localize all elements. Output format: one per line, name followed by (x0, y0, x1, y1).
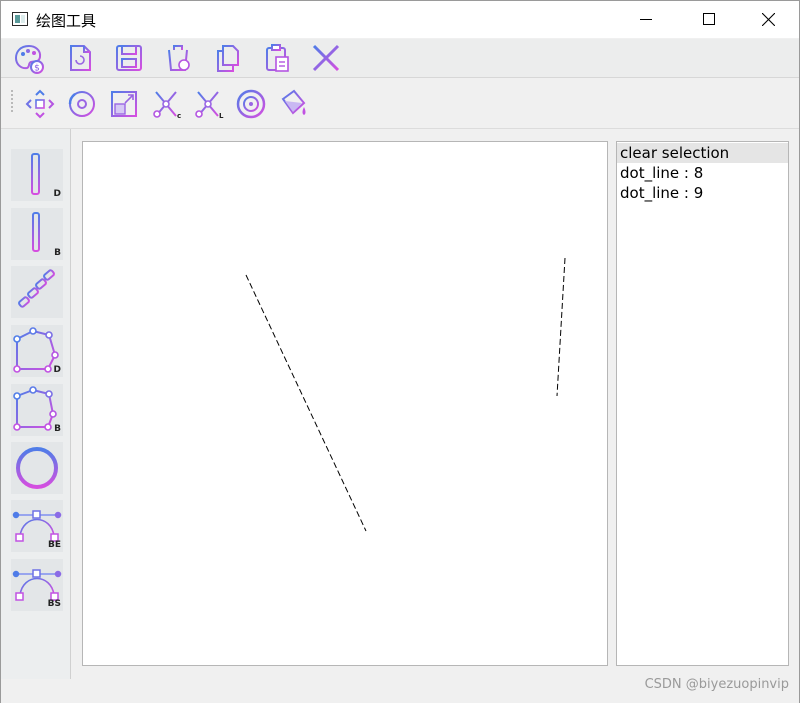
curve-bezier-button[interactable]: BE (11, 500, 63, 552)
line-bresenham-button[interactable]: B (11, 208, 63, 260)
palette-button[interactable]: $ (11, 40, 45, 74)
paste-icon (266, 44, 289, 72)
scale-icon (111, 91, 137, 117)
window-title: 绘图工具 (36, 12, 97, 30)
drawing-tools-panel: D B D B BE BS (1, 129, 71, 679)
line-bresenham-badge: B (54, 248, 61, 258)
move-button[interactable] (22, 86, 56, 120)
scissors-l-icon: L (195, 91, 224, 120)
canvas-drawing (245, 257, 566, 532)
main-toolbar: $ (1, 39, 799, 78)
clip-liang-button[interactable]: L (190, 86, 224, 120)
scissors-c-badge: c (177, 112, 181, 120)
clear-button[interactable] (308, 40, 342, 74)
minimize-icon (640, 19, 652, 20)
circle-target-button[interactable] (233, 86, 267, 120)
list-item-clear-selection[interactable]: clear selection (617, 143, 788, 163)
ellipse-button[interactable] (11, 442, 63, 494)
polygon-dda-badge: D (53, 365, 61, 375)
main-window: 绘图工具 $ c L D B D B BE BS clear selection… (0, 0, 800, 703)
maximize-icon (703, 13, 715, 25)
curve-bspline-badge: BS (47, 599, 61, 609)
clip-cohen-button[interactable]: c (148, 86, 182, 120)
fill-bucket-icon (281, 89, 306, 115)
dashed-line-button[interactable] (11, 266, 63, 318)
scale-button[interactable] (106, 86, 140, 120)
copy-icon (217, 45, 239, 72)
transform-toolbar: c L (1, 78, 799, 129)
delete-icon (167, 45, 190, 71)
maximize-button[interactable] (686, 1, 732, 38)
close-button[interactable] (745, 1, 791, 38)
scissors-l-badge: L (219, 112, 224, 120)
close-icon (762, 13, 775, 26)
dot-line-8[interactable] (245, 274, 367, 532)
svg-text:$: $ (34, 64, 40, 74)
line-dda-button[interactable]: D (11, 149, 63, 201)
ellipse-icon (16, 447, 58, 489)
palette-icon: $ (14, 44, 44, 74)
target-circle-icon (236, 89, 266, 119)
save-icon (116, 45, 142, 71)
rotate-icon (68, 91, 95, 117)
paste-button[interactable] (259, 40, 293, 74)
close-x-icon (312, 44, 340, 72)
copy-button[interactable] (210, 40, 244, 74)
polygon-bresenham-badge: B (54, 424, 61, 434)
fill-button[interactable] (275, 86, 309, 120)
drawing-canvas[interactable] (82, 141, 608, 666)
polygon-bresenham-button[interactable]: B (11, 384, 63, 436)
curve-bspline-button[interactable]: BS (11, 559, 63, 611)
tool-panel-grip[interactable] (31, 136, 43, 170)
watermark: CSDN @biyezuopinvip (644, 677, 789, 692)
new-file-icon (70, 45, 91, 71)
scissors-c-icon: c (153, 91, 181, 120)
curve-bezier-badge: BE (47, 540, 61, 550)
dot-line-9[interactable] (556, 257, 566, 397)
list-item-dot-line-8[interactable]: dot_line : 8 (617, 163, 788, 183)
save-button[interactable] (111, 40, 145, 74)
dashed-line-icon (18, 269, 55, 308)
list-item-dot-line-9[interactable]: dot_line : 9 (617, 183, 788, 203)
toolbar-grip[interactable] (11, 90, 14, 114)
move-icon (25, 89, 55, 119)
rotate-button[interactable] (64, 86, 98, 120)
delete-button[interactable] (160, 40, 194, 74)
shape-list[interactable]: clear selection dot_line : 8 dot_line : … (616, 141, 789, 666)
title-bar: 绘图工具 (1, 1, 799, 38)
app-icon (12, 12, 28, 26)
new-file-button[interactable] (62, 40, 96, 74)
minimize-button[interactable] (623, 1, 669, 38)
polygon-dda-button[interactable]: D (11, 325, 63, 377)
line-dda-badge: D (53, 189, 61, 199)
